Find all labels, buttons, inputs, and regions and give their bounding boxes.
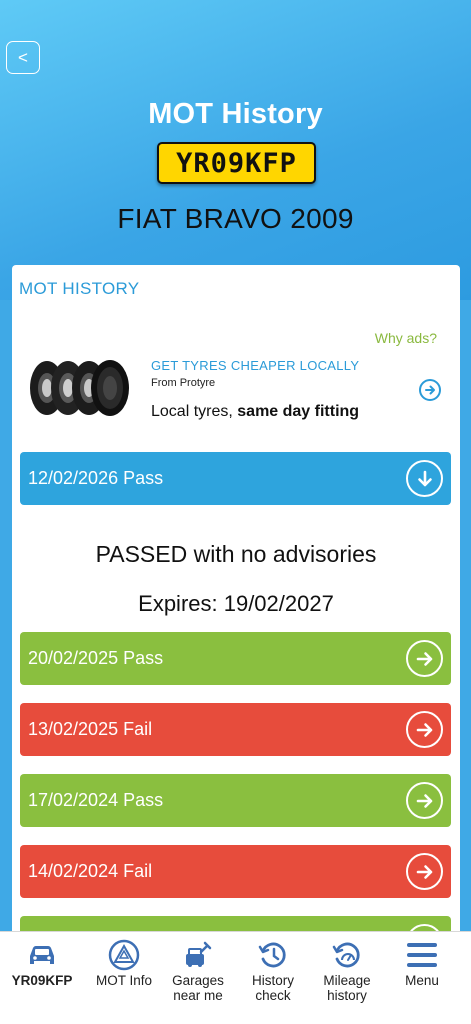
tyres-image	[30, 360, 129, 416]
nav-label: MOT Info	[95, 973, 153, 988]
ad-arrow-button[interactable]	[419, 379, 441, 401]
mot-row-label: 20/02/2025 Pass	[28, 648, 164, 668]
arrow-right-icon	[406, 640, 443, 677]
vehicle-name: FIAT BRAVO 2009	[117, 203, 354, 234]
result-summary: PASSED with no advisories	[95, 541, 377, 567]
arrow-right-icon	[406, 782, 443, 819]
back-icon: <	[18, 47, 28, 67]
mot-row-label: 14/02/2024 Fail	[28, 861, 153, 881]
mot-row-label: 12/02/2026 Pass	[28, 468, 164, 488]
nav-label: History check	[251, 973, 294, 1003]
mot-row[interactable]: 13/02/2025 Fail	[20, 703, 451, 756]
mot-row-label: 17/02/2024 Pass	[28, 790, 164, 810]
header: < MOT History YR09KFP FIAT BRAVO 2009	[0, 0, 471, 300]
ad-body: Local tyres, same day fitting	[151, 403, 359, 421]
mot-row-current[interactable]: 12/02/2026 Pass	[20, 452, 451, 505]
history-clock-icon	[256, 938, 290, 972]
ad-body-bold: same day fitting	[237, 403, 360, 420]
nav-label: YR09KFP	[11, 973, 73, 988]
garage-tools-icon	[181, 938, 215, 972]
arrow-right-icon	[406, 711, 443, 748]
arrow-right-icon	[425, 385, 435, 395]
nav-item-menu[interactable]: Menu	[386, 932, 458, 1024]
car-icon	[25, 938, 59, 972]
mot-row-label: 13/02/2025 Fail	[28, 719, 153, 739]
mot-row[interactable]: 20/02/2025 Pass	[20, 632, 451, 685]
section-title: MOT HISTORY	[19, 279, 140, 298]
ad-headline[interactable]: GET TYRES CHEAPER LOCALLY	[151, 358, 359, 373]
nav-label: Mileage history	[323, 973, 371, 1003]
arrow-right-icon	[406, 853, 443, 890]
number-plate: YR09KFP	[157, 142, 316, 184]
nav-item-vehicle[interactable]: YR09KFP	[6, 932, 78, 1024]
nav-item-garages[interactable]: Garages near me	[160, 932, 236, 1024]
why-ads-link[interactable]: Why ads?	[375, 330, 437, 346]
mot-row[interactable]: 17/02/2024 Pass	[20, 774, 451, 827]
mot-triangle-icon	[107, 938, 141, 972]
nav-item-mileage-history[interactable]: Mileage history	[310, 932, 384, 1024]
nav-label: Garages near me	[172, 973, 224, 1003]
expiry-date: Expires: 19/02/2027	[138, 591, 334, 616]
mot-row[interactable]: 14/02/2024 Fail	[20, 845, 451, 898]
bottom-nav: YR09KFP MOT Info Garages near me History…	[0, 931, 471, 1024]
back-button[interactable]: <	[6, 41, 40, 74]
ad-body-prefix: Local tyres,	[151, 403, 238, 420]
speedometer-icon	[330, 938, 364, 972]
nav-item-history-check[interactable]: History check	[236, 932, 310, 1024]
hamburger-menu-icon	[405, 938, 439, 972]
mot-history-card: MOT HISTORY Why ads? GET TYRES CHEAPER L…	[12, 265, 460, 965]
page-title: MOT History	[148, 98, 323, 130]
nav-item-mot-info[interactable]: MOT Info	[88, 932, 160, 1024]
ad-advertiser: From Protyre	[151, 377, 216, 389]
arrow-down-icon	[406, 460, 443, 497]
nav-label: Menu	[405, 973, 439, 988]
